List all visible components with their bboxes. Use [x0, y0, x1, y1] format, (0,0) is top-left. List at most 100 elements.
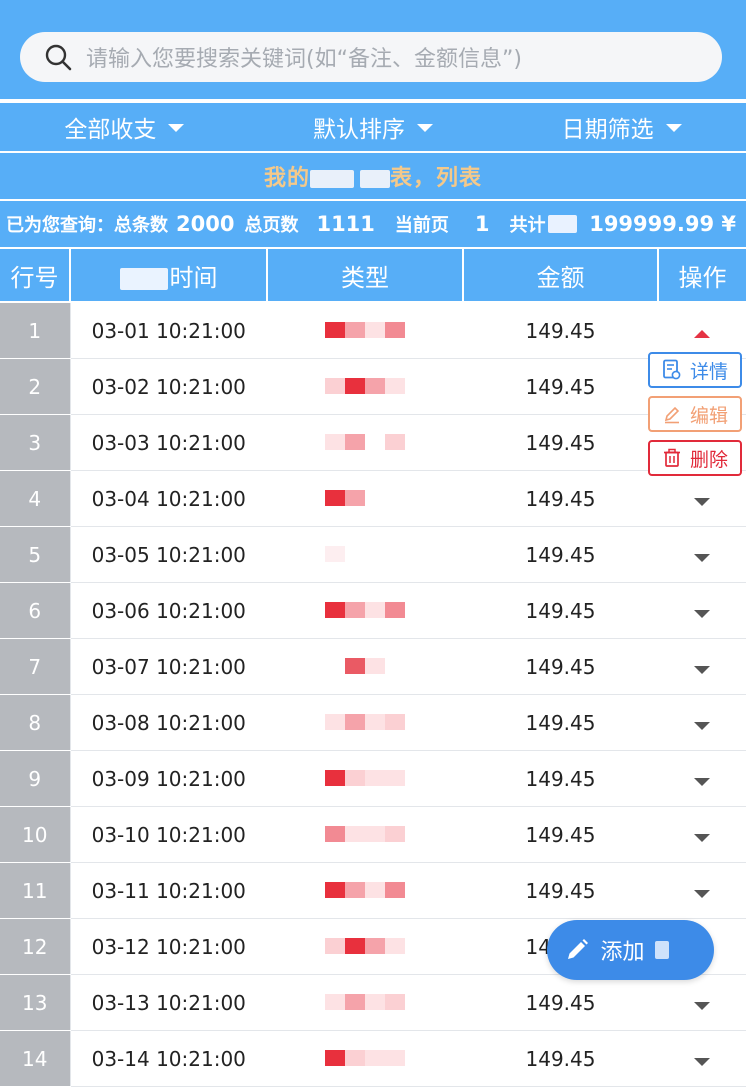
row-time: 03-08 10:21:00 — [69, 694, 267, 751]
redacted-type — [325, 1048, 405, 1068]
row-time: 03-13 10:21:00 — [69, 974, 267, 1031]
filter-bar: 全部收支 默认排序 日期筛选 — [0, 101, 746, 153]
row-number: 7 — [0, 638, 70, 695]
row-type — [267, 862, 463, 919]
chevron-down-icon[interactable] — [694, 833, 710, 842]
row-amount: 149.45 — [463, 750, 658, 807]
row-number: 13 — [0, 974, 70, 1031]
edit-button[interactable]: 编辑 — [648, 396, 742, 432]
filter-income-expense[interactable]: 全部收支 — [0, 110, 249, 144]
chevron-down-icon — [665, 124, 682, 132]
header-time: 时间 — [70, 249, 268, 303]
table-row[interactable]: 13 03-13 10:21:00 149.45 — [0, 974, 746, 1031]
row-action-toggle[interactable] — [658, 694, 746, 751]
redacted-type — [325, 600, 405, 620]
chevron-down-icon[interactable] — [694, 553, 710, 562]
header-type: 类型 — [267, 249, 464, 303]
chevron-down-icon[interactable] — [694, 889, 710, 898]
search-placeholder: 请输入您要搜索关键词(如“备注、金额信息”) — [86, 47, 522, 72]
pencil-icon — [568, 939, 589, 959]
row-type — [267, 974, 463, 1031]
table-row[interactable]: 3 03-03 10:21:00 149.45 — [0, 414, 746, 471]
redacted-type — [325, 824, 405, 844]
row-amount: 149.45 — [463, 1030, 658, 1087]
chevron-up-icon[interactable] — [694, 329, 710, 338]
row-type — [267, 526, 463, 583]
row-action-toggle[interactable] — [658, 582, 746, 639]
row-action-toggle[interactable] — [658, 526, 746, 583]
delete-label: 删除 — [689, 448, 728, 471]
filter-label: 全部收支 — [64, 117, 157, 143]
search-icon — [44, 42, 74, 72]
row-type — [267, 694, 463, 751]
header-row-number: 行号 — [0, 249, 71, 303]
sum-value: 199999.99 ¥ — [589, 212, 736, 236]
row-number: 3 — [0, 414, 70, 471]
row-action-toggle[interactable] — [658, 974, 746, 1031]
row-actions-popup: 详情 编辑 删除 — [648, 352, 742, 484]
row-number: 1 — [0, 302, 70, 359]
current-page-number: 1 — [474, 212, 490, 236]
row-type — [267, 1030, 463, 1087]
chevron-down-icon[interactable] — [694, 721, 710, 730]
redacted-type — [325, 712, 405, 732]
row-action-toggle[interactable] — [658, 1030, 746, 1087]
trash-icon — [663, 448, 680, 467]
row-action-toggle[interactable] — [658, 806, 746, 863]
add-record-button[interactable]: 添加 — [547, 920, 714, 980]
redacted-block — [360, 170, 390, 188]
filter-sort[interactable]: 默认排序 — [249, 110, 498, 144]
table-row[interactable]: 10 03-10 10:21:00 149.45 — [0, 806, 746, 863]
list-title-bar: 我的 表，列表 — [0, 153, 746, 201]
chevron-down-icon — [168, 124, 185, 132]
row-time: 03-07 10:21:00 — [69, 638, 267, 695]
row-time: 03-01 10:21:00 — [69, 302, 267, 359]
row-number: 12 — [0, 918, 70, 975]
table-row[interactable]: 4 03-04 10:21:00 149.45 — [0, 470, 746, 527]
table-row[interactable]: 6 03-06 10:21:00 149.45 — [0, 582, 746, 639]
redacted-type — [325, 656, 405, 676]
row-number: 4 — [0, 470, 70, 527]
delete-button[interactable]: 删除 — [648, 440, 742, 476]
detail-button[interactable]: 详情 — [648, 352, 742, 388]
row-time: 03-10 10:21:00 — [69, 806, 267, 863]
search-input[interactable]: 请输入您要搜索关键词(如“备注、金额信息”) — [20, 32, 722, 82]
table-row[interactable]: 2 03-02 10:21:00 149.45 — [0, 358, 746, 415]
chevron-down-icon[interactable] — [694, 665, 710, 674]
pages-count: 1111 — [316, 212, 375, 236]
redacted-type — [325, 992, 405, 1012]
row-type — [267, 750, 463, 807]
row-action-toggle[interactable] — [658, 862, 746, 919]
row-amount: 149.45 — [463, 414, 658, 471]
table-row[interactable]: 11 03-11 10:21:00 149.45 — [0, 862, 746, 919]
row-action-toggle[interactable] — [658, 638, 746, 695]
redacted-type — [325, 488, 405, 508]
row-time: 03-06 10:21:00 — [69, 582, 267, 639]
row-amount: 149.45 — [463, 358, 658, 415]
table-row[interactable]: 1 03-01 10:21:00 149.45 — [0, 302, 746, 359]
redacted-block — [547, 215, 578, 233]
row-action-toggle[interactable] — [658, 302, 746, 359]
row-time: 03-09 10:21:00 — [69, 750, 267, 807]
row-type — [267, 806, 463, 863]
chevron-down-icon[interactable] — [694, 1001, 710, 1010]
row-number: 9 — [0, 750, 70, 807]
row-amount: 149.45 — [463, 302, 658, 359]
table-row[interactable]: 5 03-05 10:21:00 149.45 — [0, 526, 746, 583]
table-row[interactable]: 7 03-07 10:21:00 149.45 — [0, 638, 746, 695]
table-row[interactable]: 14 03-14 10:21:00 149.45 — [0, 1030, 746, 1087]
chevron-down-icon[interactable] — [694, 497, 710, 506]
chevron-down-icon[interactable] — [694, 777, 710, 786]
search-header: 请输入您要搜索关键词(如“备注、金额信息”) — [0, 0, 746, 99]
filter-date[interactable]: 日期筛选 — [497, 110, 746, 144]
chevron-down-icon[interactable] — [694, 1057, 710, 1066]
redacted-type — [325, 880, 405, 900]
chevron-down-icon[interactable] — [694, 609, 710, 618]
row-amount: 149.45 — [463, 526, 658, 583]
row-type — [267, 414, 463, 471]
row-action-toggle[interactable] — [658, 750, 746, 807]
redacted-type — [325, 376, 405, 396]
table-row[interactable]: 9 03-09 10:21:00 149.45 — [0, 750, 746, 807]
table-row[interactable]: 8 03-08 10:21:00 149.45 — [0, 694, 746, 751]
row-number: 11 — [0, 862, 70, 919]
